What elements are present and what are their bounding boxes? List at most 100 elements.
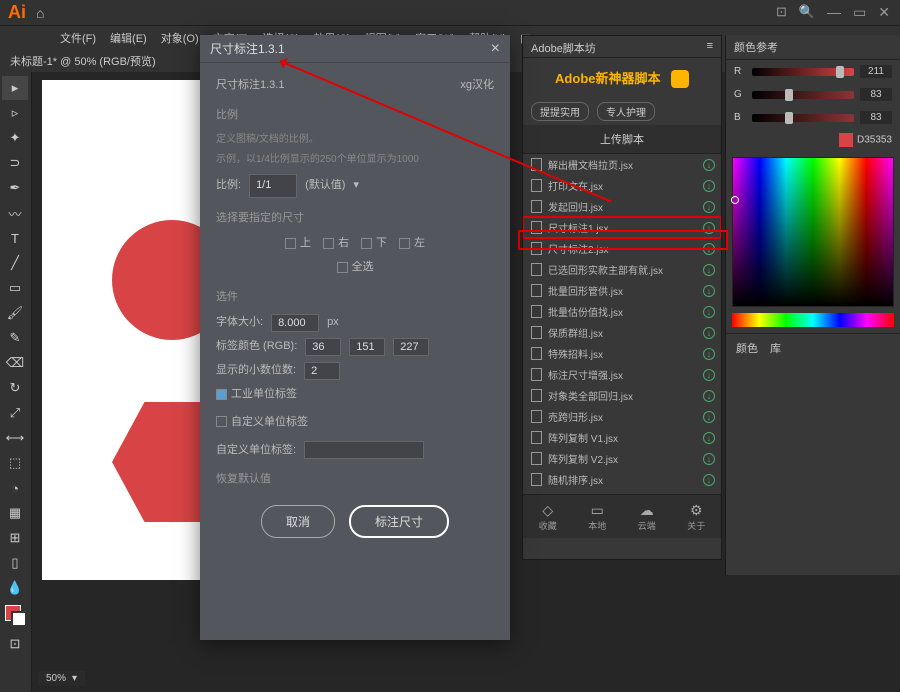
script-item[interactable]: 売跨归形.jsx↓: [523, 406, 721, 427]
script-item[interactable]: 批量回形管供.jsx↓: [523, 280, 721, 301]
library-tab[interactable]: 库: [770, 340, 781, 356]
script-item[interactable]: 发起回归.jsx↓: [523, 196, 721, 217]
panel-tab[interactable]: 提提实用: [531, 102, 589, 121]
spectrum-cursor[interactable]: [731, 196, 739, 204]
script-item[interactable]: 标注尺寸增强.jsx↓: [523, 364, 721, 385]
download-icon[interactable]: ↓: [703, 159, 715, 171]
eraser-tool[interactable]: ⌫: [2, 351, 28, 375]
checkbox-side[interactable]: 上: [285, 235, 311, 253]
download-icon[interactable]: ↓: [703, 306, 715, 318]
checkbox-side[interactable]: 下: [361, 235, 387, 253]
screen-mode-tool[interactable]: ⊡: [2, 632, 28, 656]
menu-item[interactable]: 编辑(E): [110, 30, 147, 46]
download-icon[interactable]: ↓: [703, 348, 715, 360]
line-tool[interactable]: ╱: [2, 251, 28, 275]
pen-tool[interactable]: ✒: [2, 176, 28, 200]
download-icon[interactable]: ↓: [703, 285, 715, 297]
close-icon[interactable]: ✕: [878, 4, 890, 21]
footer-tab[interactable]: ◇收藏: [539, 502, 557, 532]
download-icon[interactable]: ↓: [703, 453, 715, 465]
footer-tab[interactable]: ☁云端: [638, 502, 656, 532]
mesh-tool[interactable]: ⊞: [2, 526, 28, 550]
hue-strip[interactable]: [732, 313, 894, 327]
ok-button[interactable]: 标注尺寸: [349, 505, 449, 538]
script-item[interactable]: 对象类全部回归.jsx↓: [523, 385, 721, 406]
download-icon[interactable]: ↓: [703, 327, 715, 339]
type-tool[interactable]: T: [2, 226, 28, 250]
download-icon[interactable]: ↓: [703, 201, 715, 213]
width-tool[interactable]: ⟷: [2, 426, 28, 450]
color-swatch[interactable]: [5, 605, 27, 627]
script-item[interactable]: 特殊招料.jsx↓: [523, 343, 721, 364]
perspective-tool[interactable]: ▦: [2, 501, 28, 525]
search-icon[interactable]: ⊡: [776, 4, 787, 21]
panel-tab[interactable]: 专人护理: [597, 102, 655, 121]
download-icon[interactable]: ↓: [703, 474, 715, 486]
footer-tab[interactable]: ▭本地: [588, 502, 606, 532]
font-unit: px: [327, 314, 339, 332]
script-item[interactable]: 阵列复制 V1.jsx↓: [523, 427, 721, 448]
script-item[interactable]: 随机排序.jsx↓: [523, 469, 721, 490]
free-transform-tool[interactable]: ⬚: [2, 451, 28, 475]
g-value[interactable]: 83: [860, 88, 892, 101]
download-icon[interactable]: ↓: [703, 390, 715, 402]
curvature-tool[interactable]: 〰: [2, 201, 28, 225]
decimals-label: 显示的小数位数:: [216, 362, 296, 380]
shaper-tool[interactable]: ✎: [2, 326, 28, 350]
b-value[interactable]: 83: [860, 111, 892, 124]
b-slider[interactable]: [752, 114, 854, 122]
download-icon[interactable]: ↓: [703, 432, 715, 444]
g-slider[interactable]: [752, 91, 854, 99]
checkbox-custom[interactable]: [216, 416, 227, 427]
script-item[interactable]: 保质群组.jsx↓: [523, 322, 721, 343]
dropdown-icon[interactable]: ▾: [353, 177, 359, 195]
gradient-tool[interactable]: ▯: [2, 551, 28, 575]
checkbox-side[interactable]: 右: [323, 235, 349, 253]
home-icon[interactable]: ⌂: [36, 5, 44, 21]
custom-unit-input[interactable]: [304, 441, 424, 459]
scale-tool[interactable]: ⤢: [2, 401, 28, 425]
hex-value[interactable]: D35353: [857, 135, 892, 146]
swatches-tab[interactable]: 颜色: [736, 340, 758, 356]
script-item[interactable]: 预估估预脚本.jsx↓: [523, 490, 721, 494]
checkbox-side[interactable]: 左: [399, 235, 425, 253]
checkbox-all[interactable]: 全选: [337, 259, 374, 277]
script-item[interactable]: 已选回形实款主部有就.jsx↓: [523, 259, 721, 280]
scale-input[interactable]: 1/1: [249, 174, 297, 198]
min-icon[interactable]: —: [827, 4, 841, 21]
panel-menu-icon[interactable]: ≡: [707, 40, 713, 53]
download-icon[interactable]: ↓: [703, 369, 715, 381]
download-icon[interactable]: ↓: [703, 180, 715, 192]
menu-item[interactable]: 文件(F): [60, 30, 96, 46]
checkbox-industrial[interactable]: [216, 389, 227, 400]
lasso-tool[interactable]: ⊃: [2, 151, 28, 175]
color-spectrum[interactable]: [732, 157, 894, 307]
r-slider[interactable]: [752, 68, 854, 76]
rect-tool[interactable]: ▭: [2, 276, 28, 300]
r-input[interactable]: [305, 338, 341, 356]
menu-item[interactable]: 对象(O): [161, 30, 199, 46]
script-item[interactable]: 解出栅文档拉页.jsx↓: [523, 154, 721, 175]
eyedropper-tool[interactable]: 💧: [2, 576, 28, 600]
magic-wand-tool[interactable]: ✦: [2, 126, 28, 150]
b-input[interactable]: [393, 338, 429, 356]
cancel-button[interactable]: 取消: [261, 505, 335, 538]
shape-builder-tool[interactable]: ◔: [2, 476, 28, 500]
selection-tool[interactable]: ▸: [2, 76, 28, 100]
close-icon[interactable]: ×: [491, 40, 500, 58]
r-value[interactable]: 211: [860, 65, 892, 78]
script-item[interactable]: 阵列复制 V2.jsx↓: [523, 448, 721, 469]
script-item[interactable]: 批量估份值找.jsx↓: [523, 301, 721, 322]
brush-tool[interactable]: 🖌: [2, 301, 28, 325]
font-input[interactable]: [271, 314, 319, 332]
search-icon[interactable]: 🔍: [799, 4, 815, 21]
b-label: B: [734, 112, 746, 123]
g-input[interactable]: [349, 338, 385, 356]
footer-tab[interactable]: ⚙关于: [687, 502, 705, 532]
download-icon[interactable]: ↓: [703, 264, 715, 276]
download-icon[interactable]: ↓: [703, 411, 715, 423]
direct-select-tool[interactable]: ▹: [2, 101, 28, 125]
rotate-tool[interactable]: ↻: [2, 376, 28, 400]
max-icon[interactable]: ▭: [853, 4, 866, 21]
decimals-input[interactable]: [304, 362, 340, 380]
